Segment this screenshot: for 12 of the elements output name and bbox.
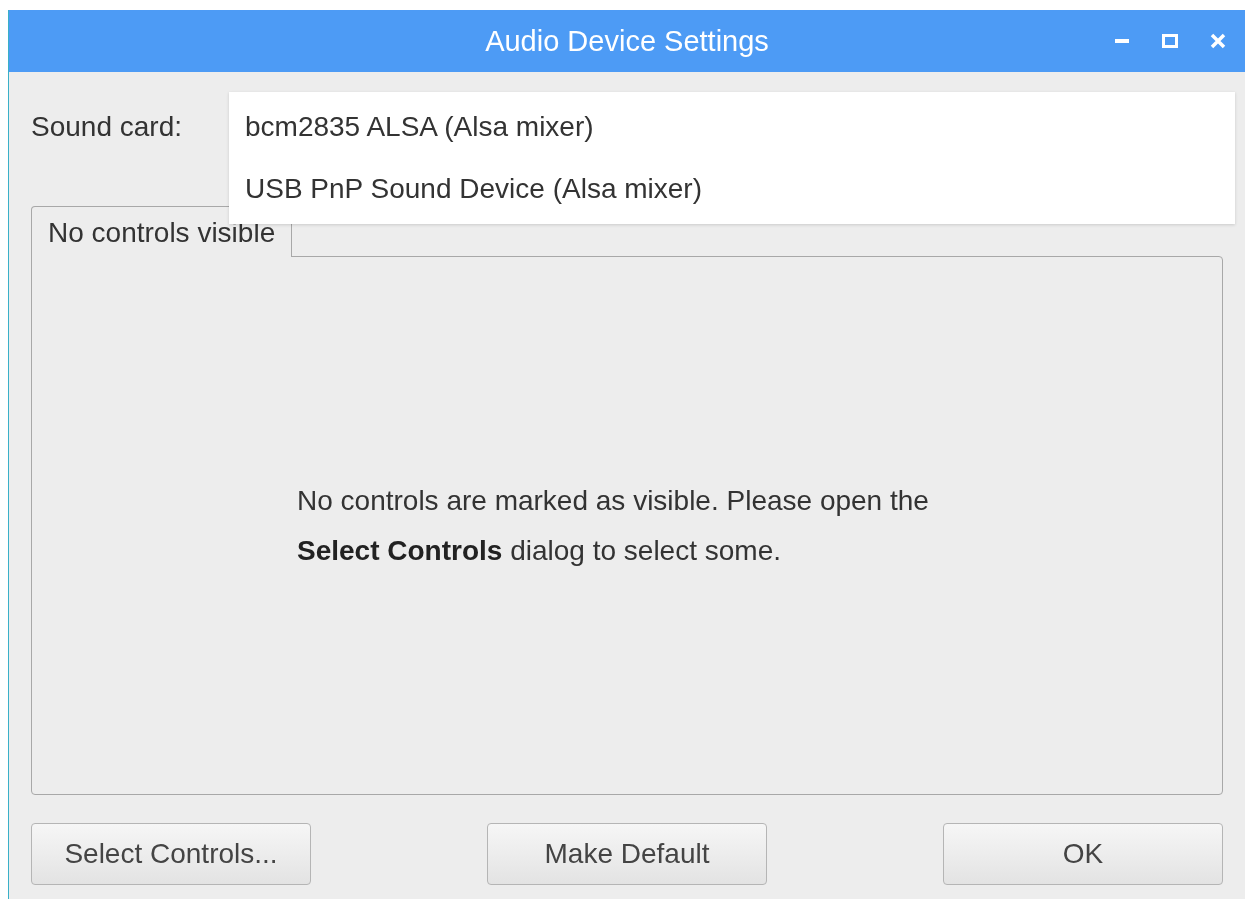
dropdown-option[interactable]: bcm2835 ALSA (Alsa mixer) xyxy=(229,96,1235,158)
dropdown-option[interactable]: USB PnP Sound Device (Alsa mixer) xyxy=(229,158,1235,220)
dialog-button[interactable]: OK xyxy=(943,823,1223,885)
window-title: Audio Device Settings xyxy=(485,24,769,58)
dialog-button[interactable]: Select Controls... xyxy=(31,823,311,885)
minimize-icon xyxy=(1115,39,1129,43)
tab[interactable]: No controls visible xyxy=(31,206,293,257)
maximize-icon xyxy=(1162,34,1178,48)
dialog-button[interactable]: Make Default xyxy=(487,823,767,885)
close-icon xyxy=(1210,33,1226,49)
empty-message: No controls are marked as visible. Please open the Select Controls dialog to select some. xyxy=(297,483,930,568)
sound-card-label: Sound card: xyxy=(31,111,182,143)
